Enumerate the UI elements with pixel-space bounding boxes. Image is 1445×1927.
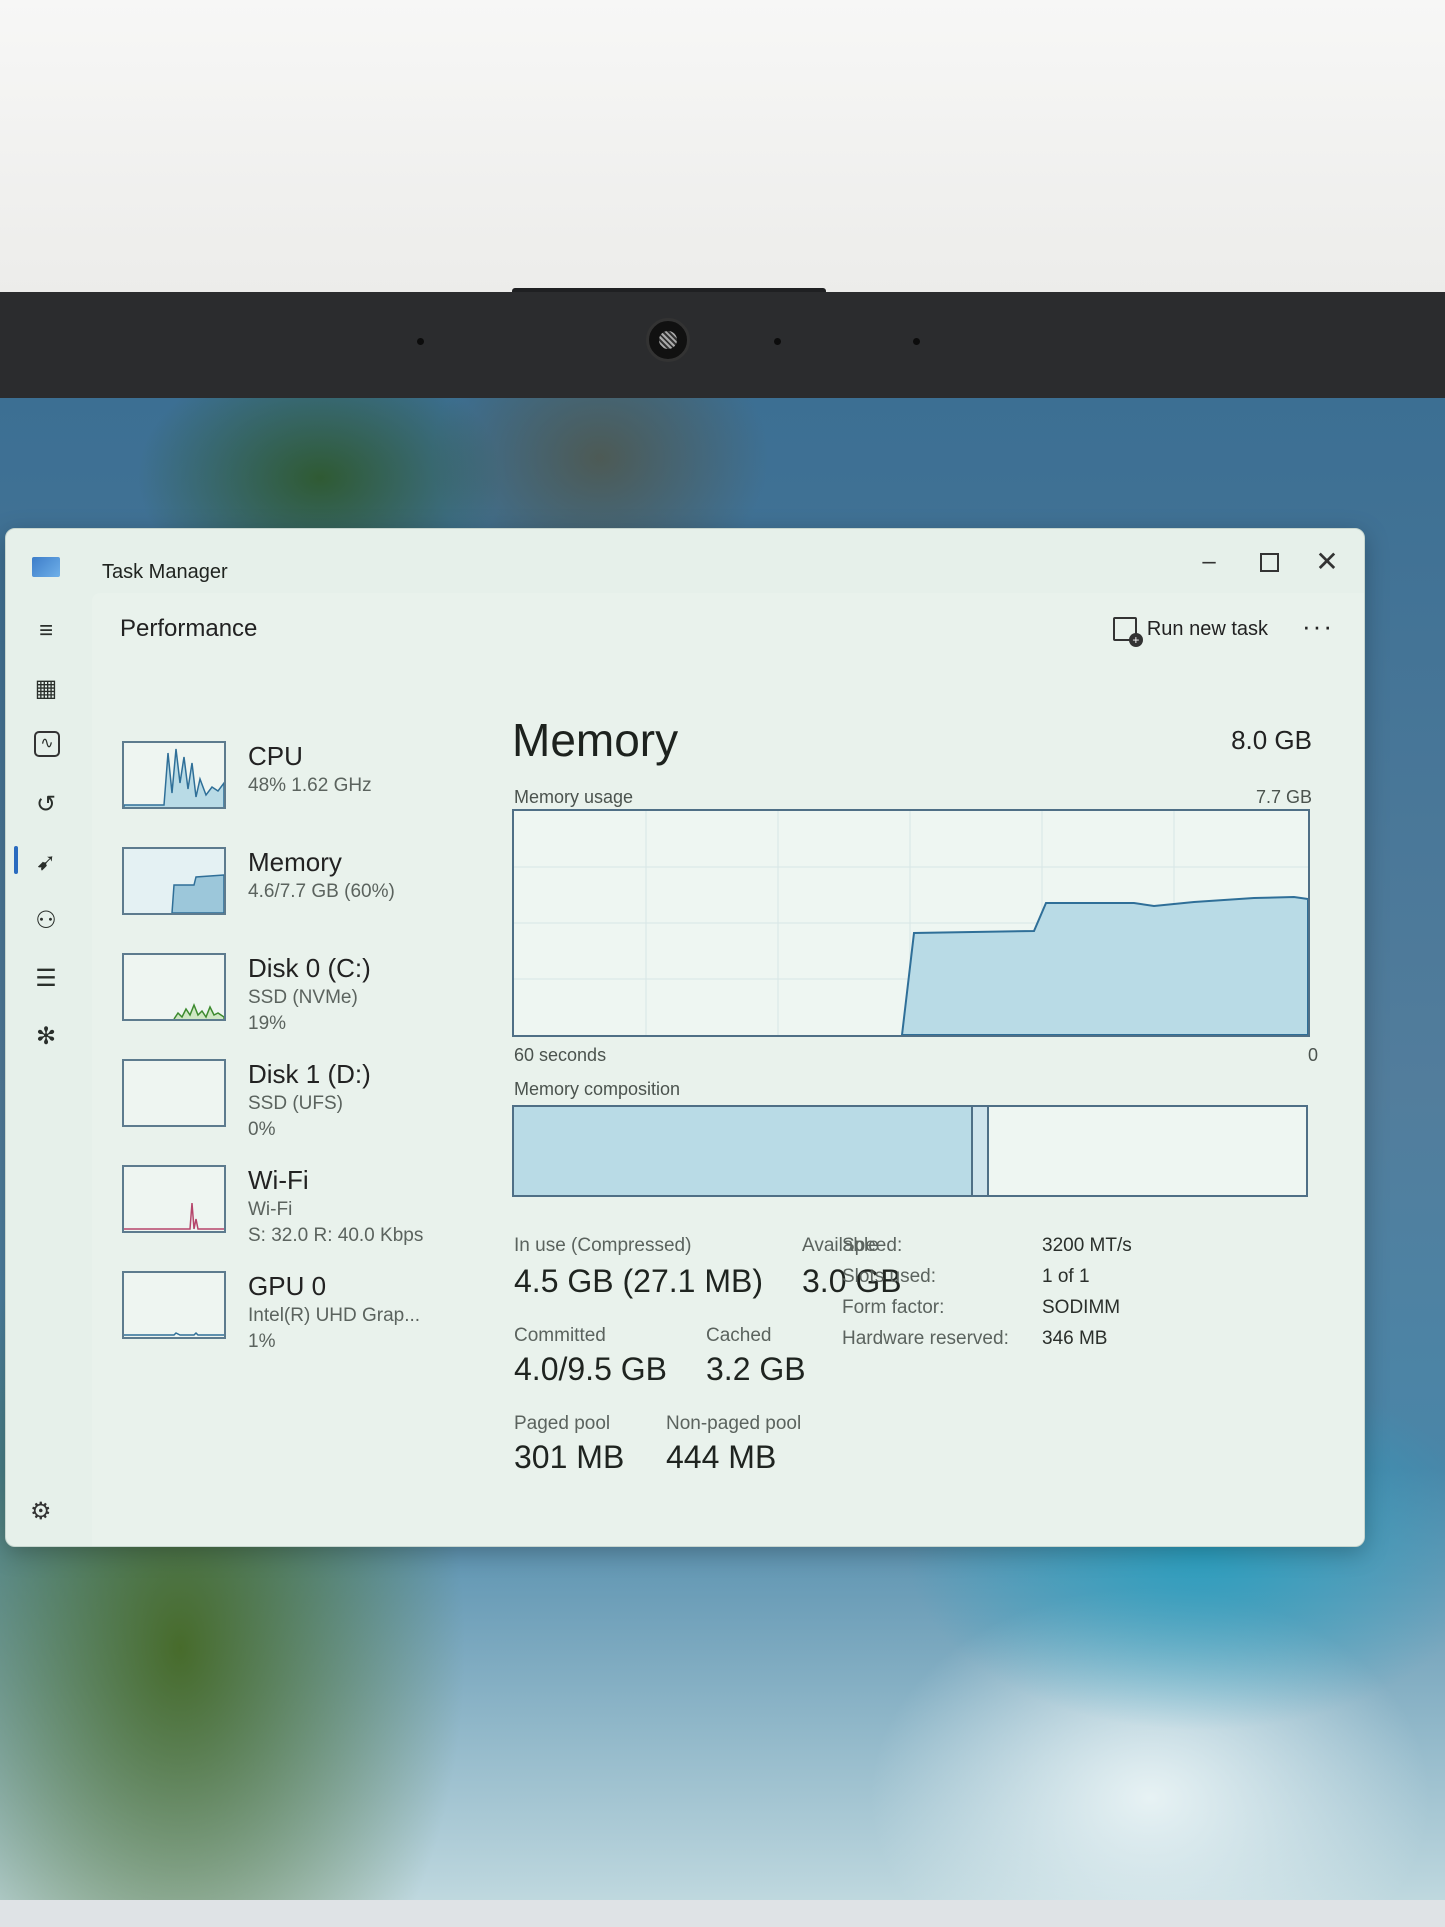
device-stat: Intel(R) UHD Grap... — [248, 1305, 421, 1326]
device-name: Disk 1 (D:) — [248, 1059, 371, 1089]
paged-pool-label: Paged pool — [514, 1413, 611, 1434]
page-title: Performance — [120, 615, 258, 642]
cached-value: 3.2 GB — [706, 1351, 806, 1387]
speed-label: Speed: — [842, 1235, 903, 1256]
hardware-reserved-value: 346 MB — [1042, 1328, 1108, 1349]
laptop-bezel — [0, 292, 1445, 398]
nav-selection-indicator — [14, 846, 18, 874]
form-factor-label: Form factor: — [842, 1297, 945, 1318]
graph-axis-right: 0 — [1307, 1045, 1318, 1065]
speed-value: 3200 MT/s — [1042, 1235, 1132, 1256]
memory-usage-area — [900, 895, 1308, 1035]
memory-thumbnail-graph — [122, 847, 226, 915]
device-name: Wi-Fi — [248, 1165, 309, 1195]
device-gpu-0[interactable]: GPU 0 Intel(R) UHD Grap... 1% — [122, 1271, 452, 1371]
composition-in-use — [514, 1107, 974, 1195]
navigation-rail: ≡ ▦ ∿ ↺ ➹ ⚇ ☰ ✻ ⚙ — [6, 593, 92, 1546]
taskbar[interactable] — [0, 1900, 1445, 1927]
sensor-dot — [913, 338, 920, 345]
close-button[interactable]: ✕ — [1302, 543, 1352, 581]
memory-usage-graph — [512, 809, 1310, 1037]
device-name: Memory — [248, 847, 342, 877]
performance-pane: Performance Run new task ··· CPU 48% 1.6… — [92, 593, 1364, 1546]
slots-used-label: Slots used: — [842, 1266, 936, 1287]
memory-total: 8.0 GB — [1231, 725, 1312, 755]
committed-value: 4.0/9.5 GB — [514, 1351, 667, 1387]
services-icon[interactable]: ✻ — [30, 1021, 62, 1053]
sensor-dot — [774, 338, 781, 345]
hardware-reserved-label: Hardware reserved: — [842, 1328, 1009, 1349]
task-manager-app-icon — [32, 557, 60, 577]
composition-modified — [973, 1107, 990, 1195]
wall-background — [0, 0, 1445, 300]
more-options-button[interactable]: ··· — [1302, 611, 1334, 642]
usage-graph-max: 7.7 GB — [1255, 787, 1312, 807]
sensor-dot — [417, 338, 424, 345]
title-bar[interactable]: Task Manager – ✕ — [6, 529, 1364, 593]
maximize-button[interactable] — [1244, 543, 1294, 581]
close-icon: ✕ — [1315, 546, 1339, 577]
task-manager-window: Task Manager – ✕ ≡ ▦ ∿ ↺ ➹ ⚇ ☰ ✻ ⚙ Perfo… — [5, 528, 1365, 1547]
device-memory[interactable]: Memory 4.6/7.7 GB (60%) — [122, 847, 452, 947]
graph-axis-left: 60 seconds — [514, 1045, 607, 1065]
in-use-value: 4.5 GB (27.1 MB) — [514, 1263, 763, 1299]
device-name: GPU 0 — [248, 1271, 327, 1301]
users-icon[interactable]: ⚇ — [30, 905, 62, 937]
startup-apps-icon[interactable]: ➹ — [30, 847, 62, 879]
gpu-thumbnail-graph — [122, 1271, 226, 1339]
device-cpu[interactable]: CPU 48% 1.62 GHz — [122, 741, 452, 841]
device-wifi[interactable]: Wi-Fi Wi-Fi S: 32.0 R: 40.0 Kbps — [122, 1165, 452, 1265]
device-disk-1[interactable]: Disk 1 (D:) SSD (UFS) 0% — [122, 1059, 452, 1159]
device-disk-0[interactable]: Disk 0 (C:) SSD (NVMe) 19% — [122, 953, 452, 1053]
device-name: CPU — [248, 741, 303, 771]
performance-icon[interactable]: ∿ — [34, 731, 60, 757]
device-stat: SSD (NVMe) — [248, 987, 358, 1008]
non-paged-pool-label: Non-paged pool — [666, 1413, 802, 1434]
minimize-button[interactable]: – — [1184, 543, 1234, 581]
composition-label: Memory composition — [514, 1079, 681, 1099]
run-new-task-button[interactable]: Run new task — [1112, 613, 1268, 647]
device-stat: 48% 1.62 GHz — [248, 775, 372, 796]
details-icon[interactable]: ☰ — [30, 963, 62, 995]
in-use-label: In use (Compressed) — [514, 1235, 692, 1256]
webcam — [646, 318, 690, 362]
wifi-thumbnail-graph — [122, 1165, 226, 1233]
disk0-thumbnail-graph — [122, 953, 226, 1021]
device-stat: 1% — [248, 1331, 276, 1352]
device-name: Disk 0 (C:) — [248, 953, 371, 983]
settings-icon[interactable]: ⚙ — [30, 1497, 52, 1526]
run-new-task-label: Run new task — [1146, 617, 1268, 640]
slots-used-value: 1 of 1 — [1042, 1266, 1090, 1287]
device-stat: S: 32.0 R: 40.0 Kbps — [248, 1225, 424, 1246]
app-history-icon[interactable]: ↺ — [30, 789, 62, 821]
paged-pool-value: 301 MB — [514, 1439, 625, 1475]
detail-title: Memory — [512, 714, 679, 766]
device-stat: 4.6/7.7 GB (60%) — [248, 881, 395, 902]
committed-label: Committed — [514, 1325, 606, 1346]
hamburger-icon[interactable]: ≡ — [30, 615, 62, 647]
maximize-icon — [1259, 553, 1279, 573]
minimize-icon: – — [1202, 548, 1216, 575]
cached-label: Cached — [706, 1325, 772, 1346]
form-factor-value: SODIMM — [1042, 1297, 1121, 1318]
disk1-thumbnail-graph — [122, 1059, 226, 1127]
device-stat: 0% — [248, 1119, 276, 1140]
device-stat: SSD (UFS) — [248, 1093, 343, 1114]
device-stat: 19% — [248, 1013, 287, 1034]
non-paged-pool-value: 444 MB — [666, 1439, 777, 1475]
run-task-icon — [1112, 617, 1143, 647]
memory-composition-bar — [512, 1105, 1308, 1197]
cpu-thumbnail-graph — [122, 741, 226, 809]
processes-icon[interactable]: ▦ — [30, 673, 62, 705]
usage-graph-label: Memory usage — [514, 787, 634, 807]
device-stat: Wi-Fi — [248, 1199, 293, 1220]
window-title: Task Manager — [102, 561, 228, 583]
